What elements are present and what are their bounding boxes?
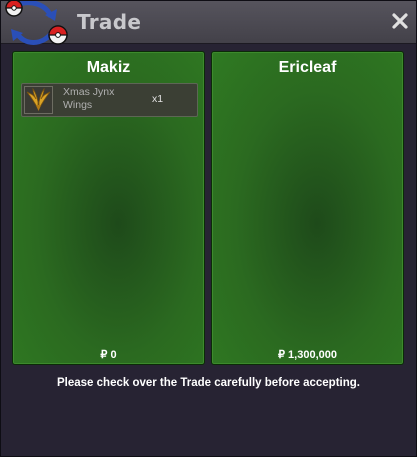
golden-wings-icon (24, 86, 53, 114)
trader-money: ₽ 0 (100, 349, 117, 361)
trade-item-slot[interactable]: Xmas Jynx Wings x1 (21, 83, 198, 117)
trader-name: Makiz (86, 59, 131, 76)
trade-window: Trade Makiz Xmas Jynx Wings x1 ₽ 0 Ericl… (0, 0, 417, 457)
pokeball-swap-icon (1, 0, 71, 47)
trade-notice: Please check over the Trade carefully be… (57, 377, 360, 389)
trader-panel-right: Ericleaf ₽ 1,300,000 (211, 51, 404, 365)
window-title: Trade (77, 10, 142, 34)
item-name: Xmas Jynx Wings (63, 86, 115, 111)
trader-name: Ericleaf (278, 59, 337, 76)
item-quantity: x1 (152, 93, 164, 105)
close-icon[interactable] (390, 11, 410, 31)
trader-panel-left: Makiz Xmas Jynx Wings x1 ₽ 0 (12, 51, 205, 365)
trader-money: ₽ 1,300,000 (278, 349, 337, 361)
